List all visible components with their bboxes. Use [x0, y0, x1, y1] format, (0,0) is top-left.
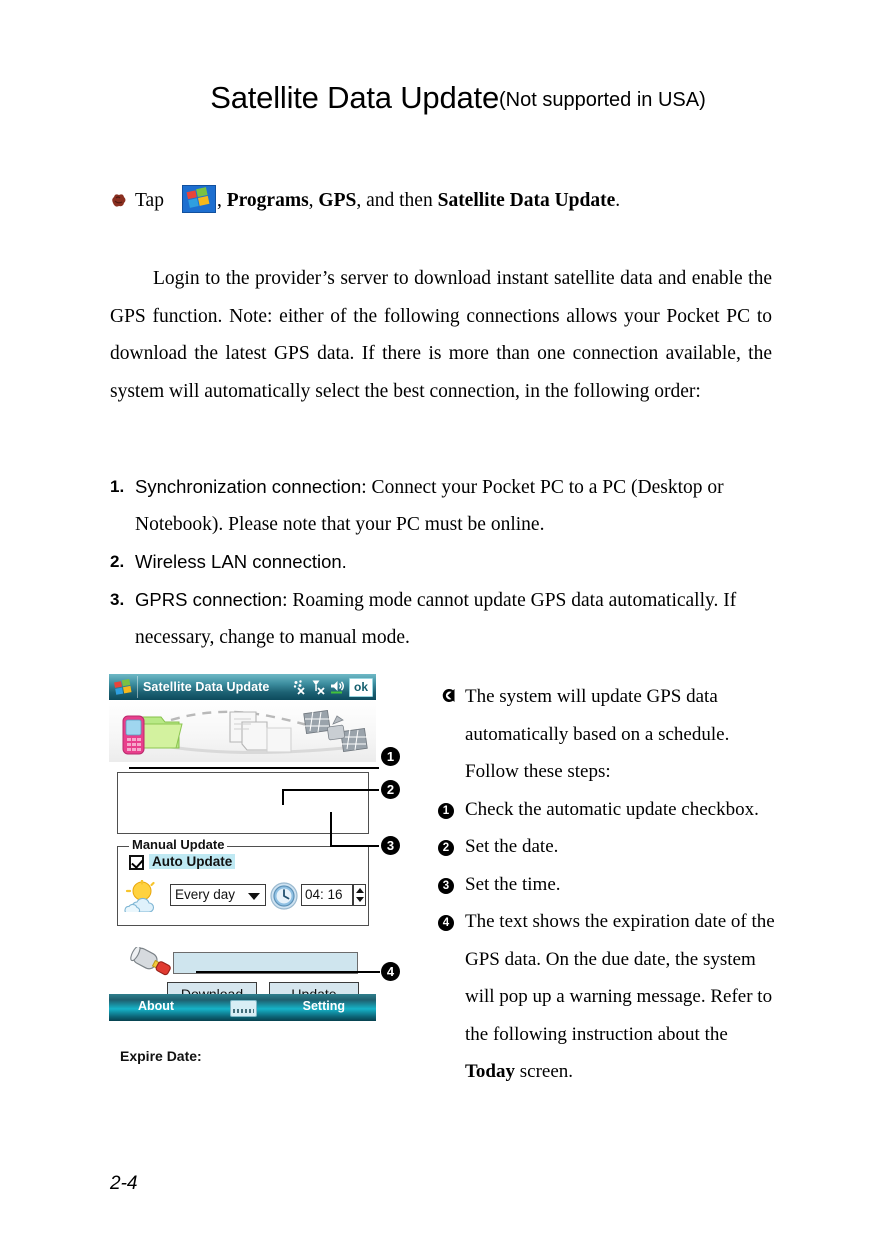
volume-icon[interactable] — [330, 679, 345, 695]
chevron-down-icon — [248, 893, 260, 900]
list-item-lead: Wireless LAN connection. — [135, 551, 347, 572]
decorative-bullet-icon — [110, 192, 127, 209]
windows-start-flag-icon[interactable] — [112, 678, 134, 697]
sun-cloud-icon — [124, 879, 164, 915]
list-item-lead: Synchronization connection — [135, 476, 362, 497]
tap-instruction-line: Tap , Programs, GPS, and then Satellite … — [110, 185, 810, 213]
callout-leader-3-vertical — [330, 812, 332, 846]
document-page: Satellite Data Update(Not supported in U… — [0, 0, 872, 1238]
expire-date-label: Expire Date: — [120, 1048, 202, 1064]
connection-order-list: 1. Synchronization connection: Connect yo… — [110, 468, 780, 656]
callout-marker-4: 4 — [381, 962, 400, 981]
annotation-text: Check the automatic update checkbox. — [465, 798, 759, 820]
step-marker-3: 3 — [438, 866, 454, 904]
annotation-list: The system will update GPS data automati… — [438, 678, 778, 1091]
list-item: 2. Wireless LAN connection. — [110, 543, 780, 581]
annotation-item: 1 Check the automatic update checkbox. — [438, 791, 778, 829]
auto-update-time-value: 04: 16 — [305, 887, 343, 902]
pda-bottom-toolbar: About Setting — [109, 994, 376, 1021]
annotation-text: Set the time. — [465, 873, 561, 895]
step-marker-4: 4 — [438, 903, 454, 941]
stepper-down-icon[interactable] — [356, 897, 364, 902]
setting-button[interactable]: Setting — [303, 999, 345, 1013]
list-item: 1. Synchronization connection: Connect yo… — [110, 468, 780, 543]
pda-title-text: Satellite Data Update — [143, 680, 270, 694]
keyboard-icon[interactable] — [230, 1000, 257, 1017]
step-marker-dot: 1 — [438, 802, 454, 819]
auto-update-frequency-value: Every day — [175, 887, 236, 902]
annotation-item: 3 Set the time. — [438, 866, 778, 904]
step-marker-dot: 2 — [438, 840, 454, 856]
tap-item-satellite-data-update: Satellite Data Update — [437, 190, 616, 211]
intro-paragraph: Login to the provider’s server to downlo… — [110, 268, 772, 402]
divider — [137, 676, 138, 698]
connectivity-off-icon[interactable] — [292, 679, 307, 695]
callout-marker-3: 3 — [381, 836, 400, 855]
annotation-text-part1: The text shows the expiration date of th… — [465, 911, 775, 1045]
tap-item-programs: Programs — [226, 190, 309, 211]
tap-sep-1: , — [308, 190, 319, 211]
clock-icon — [269, 881, 299, 911]
auto-update-time-stepper[interactable] — [353, 884, 366, 906]
annotation-text-bold: Today — [465, 1061, 515, 1082]
annotation-text: Set the date. — [465, 836, 559, 857]
tap-sep-2: , and then — [356, 190, 438, 211]
page-title: Satellite Data Update(Not supported in U… — [108, 80, 808, 116]
tap-end-period: . — [615, 190, 621, 211]
callout-marker-1: 1 — [381, 747, 400, 766]
auto-update-time-field[interactable]: 04: 16 — [301, 884, 353, 906]
callout-leader-2-vertical — [282, 789, 284, 805]
manual-update-legend: Manual Update — [129, 837, 228, 852]
callout-leader-4 — [196, 971, 380, 973]
windows-start-flag-icon — [181, 185, 216, 213]
step-marker-1: 1 — [438, 791, 454, 829]
annotation-text-part2: screen. — [515, 1061, 574, 1082]
left-arrow-bullet-icon — [438, 678, 455, 716]
auto-update-checkbox[interactable] — [129, 855, 144, 870]
callout-leader-3 — [330, 845, 379, 847]
page-number: 2-4 — [110, 1173, 138, 1194]
auto-update-frequency-select[interactable]: Every day — [170, 884, 266, 906]
tap-label: Tap — [135, 190, 164, 211]
pda-title-bar: Satellite Data Update ok — [109, 674, 376, 700]
ok-button[interactable]: ok — [348, 677, 373, 697]
page-title-suffix: (Not supported in USA) — [499, 89, 706, 111]
tap-after-icon-separator: , — [216, 190, 227, 211]
list-item-number: 1. — [110, 477, 125, 496]
callout-leader-2 — [282, 789, 379, 791]
hammer-icon — [125, 945, 171, 989]
pda-form-area: Manual Update Auto Update Every day 04: … — [109, 762, 376, 1064]
list-item-number: 3. — [110, 590, 125, 609]
list-item-number: 2. — [110, 552, 125, 571]
pda-status-icons: ok — [292, 677, 376, 697]
pda-banner-image — [109, 700, 376, 762]
pda-screenshot: Satellite Data Update ok Manual Update A… — [109, 674, 376, 1064]
annotation-text: The system will update GPS data automati… — [465, 686, 730, 782]
page-title-main: Satellite Data Update — [210, 80, 499, 115]
callout-marker-2: 2 — [381, 780, 400, 799]
annotation-item: 4 The text shows the expiration date of … — [438, 903, 778, 1091]
callout-leader-1 — [129, 767, 379, 769]
annotation-item: The system will update GPS data automati… — [438, 678, 778, 791]
about-button[interactable]: About — [138, 999, 174, 1013]
tap-item-gps: GPS — [318, 190, 357, 211]
stepper-up-icon[interactable] — [356, 888, 364, 893]
annotation-item: 2 Set the date. — [438, 828, 778, 866]
list-item-lead: GPRS connection — [135, 589, 283, 610]
signal-off-icon[interactable] — [311, 679, 326, 695]
step-marker-dot: 4 — [438, 915, 454, 931]
auto-update-label: Auto Update — [149, 854, 236, 869]
step-marker-dot: 3 — [438, 877, 454, 894]
step-marker-2: 2 — [438, 828, 454, 866]
list-item: 3. GPRS connection: Roaming mode cannot u… — [110, 581, 780, 656]
